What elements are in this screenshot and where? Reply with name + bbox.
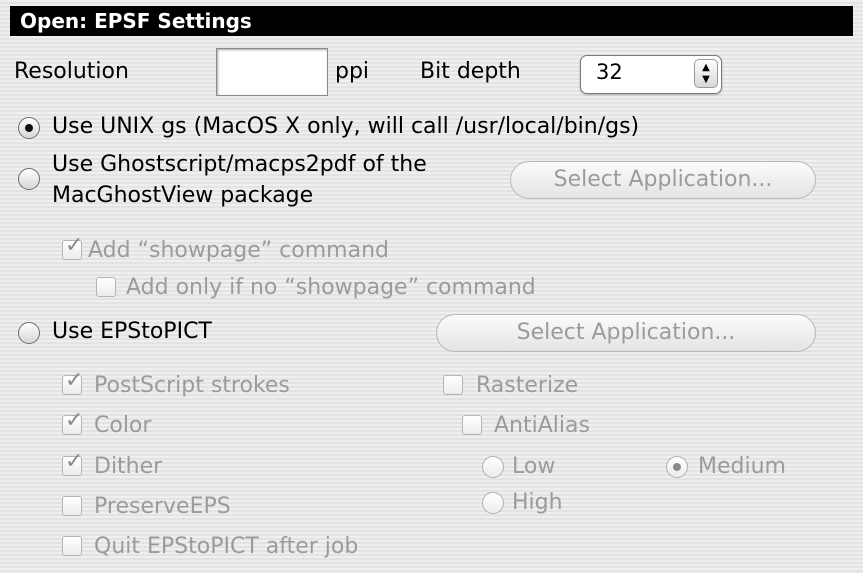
radio-selected-dot-icon <box>673 463 681 471</box>
checkmark-icon: ✓ <box>65 449 84 474</box>
ghostscript-radio[interactable] <box>18 168 40 190</box>
preserve-eps-checkbox[interactable] <box>62 496 82 516</box>
quality-medium-label: Medium <box>698 454 786 479</box>
unix-gs-label: Use UNIX gs (MacOS X only, will call /us… <box>52 114 640 139</box>
quit-after-job-checkbox[interactable] <box>62 536 82 556</box>
resolution-label: Resolution <box>14 59 129 84</box>
antialias-checkbox[interactable] <box>462 415 482 435</box>
quality-low-label: Low <box>512 454 556 479</box>
add-showpage-label: Add “showpage” command <box>88 238 389 263</box>
window-title: Open: EPSF Settings <box>10 6 853 36</box>
checkmark-icon: ✓ <box>65 368 84 393</box>
dither-checkbox[interactable]: ✓ <box>62 450 83 476</box>
add-only-if-no-showpage-label: Add only if no “showpage” command <box>126 275 536 300</box>
quality-low-radio[interactable] <box>482 456 504 478</box>
bit-depth-value: 32 <box>596 60 623 84</box>
ghostscript-label-line2: MacGhostView package <box>52 183 314 208</box>
epstopict-label: Use EPStoPICT <box>52 319 212 344</box>
color-label: Color <box>94 413 152 438</box>
ghostscript-label-line1: Use Ghostscript/macps2pdf of the <box>52 152 427 177</box>
quit-after-job-label: Quit EPStoPICT after job <box>94 534 359 559</box>
epstopict-select-application-button[interactable]: Select Application... <box>436 314 816 352</box>
preserve-eps-label: PreserveEPS <box>94 494 231 519</box>
bit-depth-label: Bit depth <box>420 59 521 84</box>
resolution-unit: ppi <box>335 59 370 84</box>
checkmark-icon: ✓ <box>65 233 84 258</box>
add-showpage-checkbox[interactable]: ✓ <box>62 234 83 260</box>
ghostscript-select-application-button[interactable]: Select Application... <box>510 161 816 199</box>
bit-depth-select[interactable]: 32 ▲ ▼ <box>580 55 722 94</box>
antialias-label: AntiAlias <box>494 413 590 438</box>
add-only-if-no-showpage-checkbox[interactable] <box>96 277 116 297</box>
checkmark-icon: ✓ <box>65 408 84 433</box>
rasterize-checkbox[interactable] <box>443 375 463 395</box>
radio-selected-dot-icon <box>25 124 33 132</box>
stepper-arrows-icon: ▲ ▼ <box>694 59 718 88</box>
quality-medium-radio[interactable] <box>666 456 688 478</box>
quality-high-radio[interactable] <box>482 492 504 514</box>
postscript-strokes-checkbox[interactable]: ✓ <box>62 369 83 395</box>
postscript-strokes-label: PostScript strokes <box>94 373 290 398</box>
quality-high-label: High <box>512 490 563 515</box>
resolution-input[interactable] <box>216 48 328 96</box>
dither-label: Dither <box>94 454 163 479</box>
unix-gs-radio[interactable] <box>18 117 40 139</box>
epstopict-radio[interactable] <box>18 322 40 344</box>
color-checkbox[interactable]: ✓ <box>62 409 83 435</box>
rasterize-label: Rasterize <box>476 373 579 398</box>
